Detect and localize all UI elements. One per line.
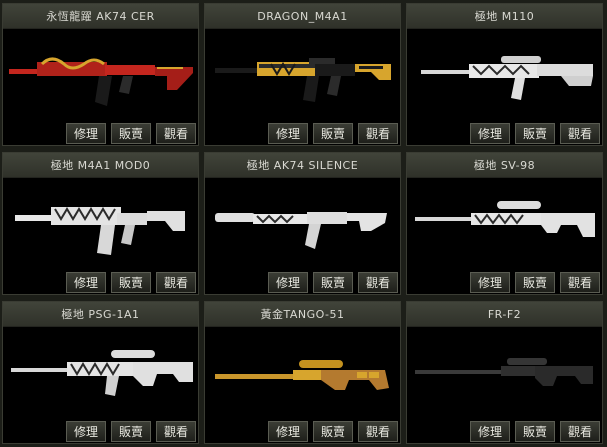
sell-button[interactable]: 販賣 bbox=[515, 421, 555, 442]
view-button[interactable]: 觀看 bbox=[560, 421, 600, 442]
view-button[interactable]: 觀看 bbox=[358, 421, 398, 442]
weapon-card: 永恆龍躍 AK74 CER 修理 販賣 觀看 bbox=[2, 3, 199, 146]
weapon-card: 極地 M110 修理 販賣 觀看 bbox=[406, 3, 603, 146]
m110-sniper-icon bbox=[421, 56, 593, 100]
m4a1-rifle-icon bbox=[215, 58, 391, 102]
weapon-card: FR-F2 修理 販賣 觀看 bbox=[406, 301, 603, 444]
sell-button[interactable]: 販賣 bbox=[515, 272, 555, 293]
tango51-sniper-icon bbox=[215, 360, 389, 390]
weapon-name: 極地 PSG-1A1 bbox=[3, 302, 198, 327]
weapon-name: 極地 M4A1 MOD0 bbox=[3, 153, 198, 178]
m4a1-rifle-icon bbox=[15, 207, 185, 255]
weapon-name: FR-F2 bbox=[407, 302, 602, 327]
weapon-card: 黃金TANGO-51 修理 販賣 觀看 bbox=[204, 301, 401, 444]
sell-button[interactable]: 販賣 bbox=[111, 123, 151, 144]
sell-button[interactable]: 販賣 bbox=[313, 123, 353, 144]
view-button[interactable]: 觀看 bbox=[560, 123, 600, 144]
view-button[interactable]: 觀看 bbox=[358, 123, 398, 144]
psg1-sniper-icon bbox=[11, 350, 193, 396]
repair-button[interactable]: 修理 bbox=[66, 421, 106, 442]
view-button[interactable]: 觀看 bbox=[560, 272, 600, 293]
repair-button[interactable]: 修理 bbox=[66, 272, 106, 293]
weapon-card: 極地 PSG-1A1 修理 販賣 觀看 bbox=[2, 301, 199, 444]
weapon-card: 極地 SV-98 修理 販賣 觀看 bbox=[406, 152, 603, 295]
frf2-sniper-icon bbox=[415, 358, 593, 386]
sell-button[interactable]: 販賣 bbox=[111, 421, 151, 442]
weapon-card: 極地 AK74 SILENCE 修理 販賣 觀看 bbox=[204, 152, 401, 295]
weapon-card: 極地 M4A1 MOD0 修理 販賣 觀看 bbox=[2, 152, 199, 295]
repair-button[interactable]: 修理 bbox=[66, 123, 106, 144]
view-button[interactable]: 觀看 bbox=[156, 421, 196, 442]
repair-button[interactable]: 修理 bbox=[470, 272, 510, 293]
sell-button[interactable]: 販賣 bbox=[111, 272, 151, 293]
weapon-name: 極地 M110 bbox=[407, 4, 602, 29]
sell-button[interactable]: 販賣 bbox=[313, 421, 353, 442]
weapon-name: 黃金TANGO-51 bbox=[205, 302, 400, 327]
sell-button[interactable]: 販賣 bbox=[515, 123, 555, 144]
view-button[interactable]: 觀看 bbox=[156, 123, 196, 144]
sell-button[interactable]: 販賣 bbox=[313, 272, 353, 293]
weapon-name: 極地 AK74 SILENCE bbox=[205, 153, 400, 178]
ak74-silenced-icon bbox=[215, 212, 387, 249]
ak74-rifle-icon bbox=[9, 57, 193, 106]
sv98-sniper-icon bbox=[415, 201, 595, 237]
view-button[interactable]: 觀看 bbox=[358, 272, 398, 293]
view-button[interactable]: 觀看 bbox=[156, 272, 196, 293]
repair-button[interactable]: 修理 bbox=[470, 123, 510, 144]
repair-button[interactable]: 修理 bbox=[268, 123, 308, 144]
weapon-name: 永恆龍躍 AK74 CER bbox=[3, 4, 198, 29]
weapon-name: 極地 SV-98 bbox=[407, 153, 602, 178]
weapon-name: DRAGON_M4A1 bbox=[205, 4, 400, 29]
repair-button[interactable]: 修理 bbox=[268, 421, 308, 442]
repair-button[interactable]: 修理 bbox=[268, 272, 308, 293]
weapon-card: DRAGON_M4A1 修理 販賣 觀看 bbox=[204, 3, 401, 146]
repair-button[interactable]: 修理 bbox=[470, 421, 510, 442]
